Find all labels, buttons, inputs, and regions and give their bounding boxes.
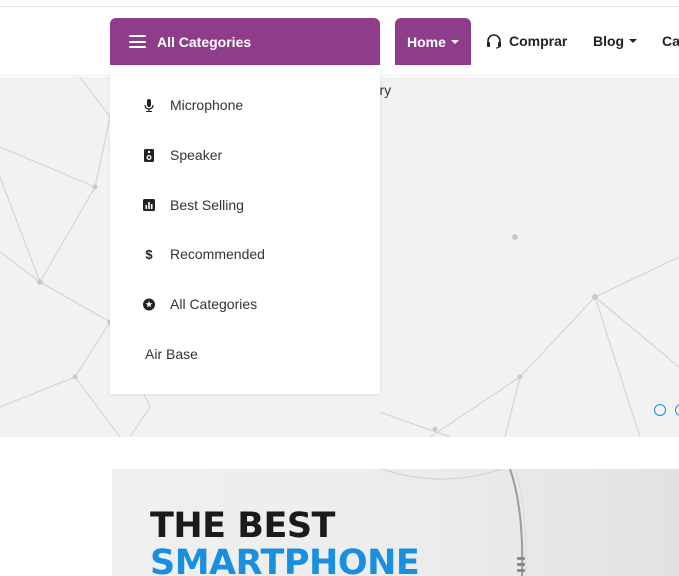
- dropdown-item-label: Speaker: [170, 147, 223, 163]
- chevron-down-icon: [629, 39, 638, 43]
- all-categories-button[interactable]: All Categories: [110, 18, 380, 65]
- dropdown-item-all-categories[interactable]: All Categories: [110, 286, 380, 322]
- page: erry All Categories Home Comprar Blog Ca: [0, 0, 679, 576]
- slider-dot-1[interactable]: [654, 404, 666, 416]
- dropdown-item-recommended[interactable]: $ Recommended: [110, 236, 380, 272]
- headset-icon: [486, 33, 502, 49]
- dropdown-item-label: All Categories: [170, 296, 258, 312]
- nav-home[interactable]: Home: [395, 18, 471, 65]
- microphone-icon: [143, 98, 155, 112]
- star-circle-icon: [143, 297, 155, 311]
- nav-home-label: Home: [407, 33, 446, 50]
- banner-title-line1: THE BEST: [150, 506, 335, 546]
- nav-blog-label: Blog: [593, 33, 625, 49]
- dropdown-item-air-base[interactable]: Air Base: [110, 336, 380, 372]
- categories-dropdown: Microphone Speaker Best Selling $ Recomm…: [110, 65, 380, 394]
- promo-banner[interactable]: THE BEST SMARTPHONE: [112, 469, 679, 576]
- nav-truncated-label: Ca: [662, 33, 679, 49]
- dropdown-item-label: Best Selling: [170, 197, 244, 213]
- dropdown-item-best-selling[interactable]: Best Selling: [110, 187, 380, 223]
- chart-icon: [143, 198, 155, 212]
- speaker-icon: [143, 148, 155, 162]
- dropdown-item-label: Recommended: [170, 246, 265, 262]
- nav-comprar-label: Comprar: [509, 33, 568, 49]
- banner-title-line2: SMARTPHONE: [150, 543, 420, 576]
- all-categories-label: All Categories: [157, 33, 252, 50]
- dropdown-item-label: Microphone: [170, 97, 244, 113]
- dropdown-item-speaker[interactable]: Speaker: [110, 137, 380, 173]
- dropdown-item-microphone[interactable]: Microphone: [110, 87, 380, 123]
- dropdown-item-label: Air Base: [145, 346, 198, 362]
- nav-comprar[interactable]: Comprar: [486, 33, 567, 49]
- menu-icon: [129, 35, 146, 48]
- nav-truncated-item[interactable]: Ca: [662, 33, 679, 49]
- dollar-icon: $: [145, 246, 153, 262]
- chevron-down-icon: [450, 39, 459, 44]
- nav-blog[interactable]: Blog: [593, 33, 638, 49]
